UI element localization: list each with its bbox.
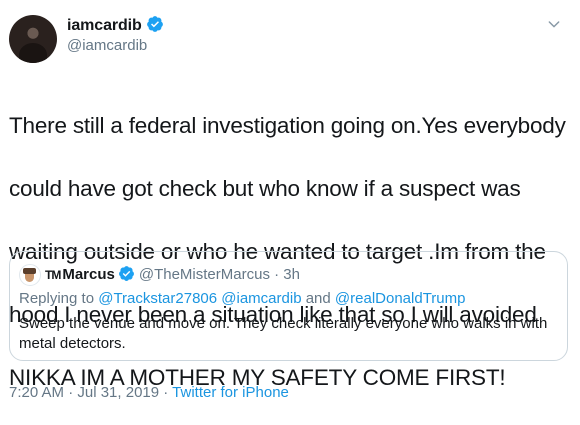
author-avatar[interactable]: [9, 15, 57, 63]
author-handle[interactable]: @iamcardib: [67, 37, 147, 54]
quoted-time[interactable]: 3h: [283, 266, 300, 283]
reply-user-link[interactable]: @realDonaldTrump: [335, 290, 466, 307]
tweet-text-line: There still a federal investigation goin…: [9, 112, 566, 138]
verified-badge-icon: [118, 266, 134, 281]
tweet-timestamp[interactable]: 7:20 AM · Jul 31, 2019: [9, 384, 159, 401]
tweet-source-link[interactable]: Twitter for iPhone: [172, 384, 289, 401]
reply-user-link[interactable]: @Trackstar27806: [98, 290, 217, 307]
quoted-tweet-header: TM Marcus @TheMisterMarcus · 3h: [45, 265, 300, 283]
quoted-tweet[interactable]: TM Marcus @TheMisterMarcus · 3h Replying …: [9, 251, 568, 361]
quoted-author-name[interactable]: Marcus: [62, 266, 115, 283]
chevron-down-icon[interactable]: [546, 16, 562, 32]
quoted-separator: ·: [269, 266, 284, 283]
quoted-author-handle[interactable]: @TheMisterMarcus: [139, 266, 270, 283]
quoted-reply-context: Replying to @Trackstar27806 @iamcardib a…: [19, 290, 465, 307]
quoted-author-name-prefix: TM: [45, 268, 61, 282]
footer-separator: ·: [159, 384, 173, 401]
quoted-tweet-text: Sweep the venue and move on. They check …: [19, 315, 548, 352]
tweet-text-line: could have got check but who know if a s…: [9, 175, 521, 201]
tweet-footer: 7:20 AM · Jul 31, 2019 · Twitter for iPh…: [9, 384, 289, 401]
author-name-text: iamcardib: [67, 17, 142, 34]
author-display-name[interactable]: iamcardib: [67, 15, 164, 35]
reply-user-link[interactable]: @iamcardib: [221, 290, 301, 307]
reply-prefix: Replying to: [19, 290, 99, 307]
tweet-card: iamcardib @iamcardib There still a feder…: [0, 0, 580, 412]
verified-badge-icon: [146, 16, 163, 32]
quoted-author-avatar[interactable]: [19, 264, 41, 286]
reply-joiner: and: [301, 290, 335, 307]
